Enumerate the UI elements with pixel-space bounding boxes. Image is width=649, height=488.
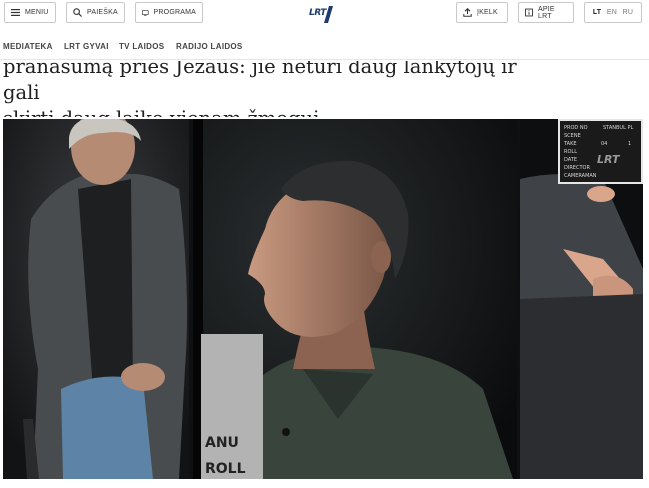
nav-item-mediateka[interactable]: MEDIATEKA — [3, 42, 53, 51]
clapper-value-2: 04 — [601, 141, 607, 147]
search-button[interactable]: PAIEŠKA — [66, 2, 125, 23]
search-icon — [73, 8, 82, 17]
menu-button[interactable]: MENIU — [4, 2, 56, 23]
clapper-line-7: CAMERAMAN — [564, 173, 597, 179]
clapper-line-5: DATE — [564, 157, 577, 163]
lrt-logo[interactable]: LRT — [309, 4, 335, 24]
clapper-value-1: STANBUL PL — [603, 125, 633, 131]
lang-lt[interactable]: LT — [593, 9, 601, 16]
hamburger-icon — [11, 9, 20, 16]
menu-label: MENIU — [25, 9, 49, 16]
headline-line-2: skirti daug laiko vienam žmogui — [3, 107, 319, 117]
panel-left — [3, 119, 189, 479]
about-button[interactable]: APIE LRT — [518, 2, 574, 23]
info-icon — [525, 8, 533, 17]
nav-item-radijo-laidos[interactable]: RADIJO LAIDOS — [176, 42, 243, 51]
clapper-line-6: DIRECTOR — [564, 165, 590, 171]
lang-ru[interactable]: RU — [623, 9, 634, 16]
article-headline: pranašumą prieš Jėzaus: jie neturi daug … — [3, 61, 523, 117]
nav-item-tv-laidos[interactable]: TV LAIDOS — [119, 42, 164, 51]
search-label: PAIEŠKA — [87, 9, 118, 16]
headline-line-1: pranašumą prieš Jėzaus: jie neturi daug … — [3, 61, 517, 104]
upload-label: ĮKELK — [477, 9, 498, 16]
tv-icon — [142, 9, 149, 16]
nav-item-lrt-gyvai[interactable]: LRT GYVAI — [64, 42, 109, 51]
about-label: APIE LRT — [538, 5, 555, 20]
language-switcher[interactable]: LT EN RU — [584, 2, 642, 23]
clapper-line-1: PROD NO — [564, 125, 588, 131]
clapper-line-2: SCENE — [564, 133, 581, 139]
board-text-2: ROLL — [205, 461, 246, 477]
program-label: PROGRAMA — [153, 9, 196, 16]
top-bar: MENIU PAIEŠKA PROGRAMA LRT ĮKELK APIE LR… — [0, 0, 649, 32]
board-text-1: ANU — [205, 435, 239, 451]
clapper-line-3: TAKE — [563, 141, 577, 147]
article-hero-image: ANU ROLL PROD NO SCENE TAKE ROLL DATE DI… — [3, 119, 643, 479]
program-button[interactable]: PROGRAMA — [135, 2, 203, 23]
headline-container: pranašumą prieš Jėzaus: jie neturi daug … — [0, 61, 649, 117]
clapper-line-4: ROLL — [564, 149, 577, 155]
clapper-brand: LRT — [597, 153, 621, 166]
upload-icon — [463, 8, 472, 17]
section-nav: MEDIATEKA LRT GYVAI TV LAIDOS RADIJO LAI… — [0, 34, 649, 60]
lang-en[interactable]: EN — [607, 9, 617, 16]
panel-center: ANU ROLL — [193, 119, 517, 479]
logo-text: LRT — [309, 8, 326, 18]
upload-button[interactable]: ĮKELK — [456, 2, 508, 23]
clapper-value-3: 1 — [628, 141, 631, 147]
panel-right: PROD NO SCENE TAKE ROLL DATE DIRECTOR CA… — [520, 119, 643, 479]
